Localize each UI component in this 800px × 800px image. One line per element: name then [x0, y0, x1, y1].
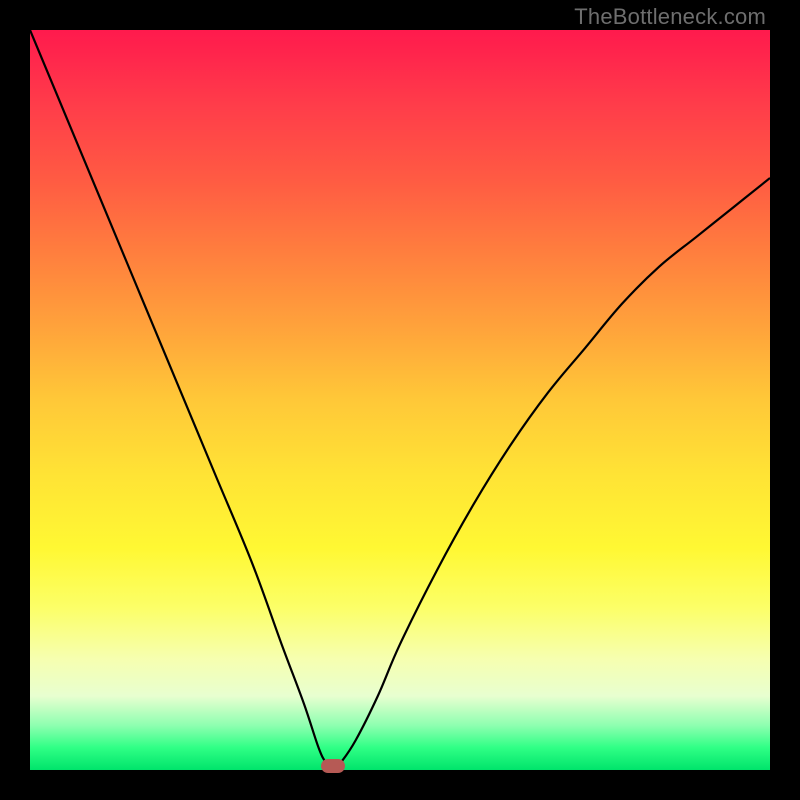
chart-frame: TheBottleneck.com [0, 0, 800, 800]
watermark-text: TheBottleneck.com [574, 4, 766, 30]
curve-svg [30, 30, 770, 770]
plot-area [30, 30, 770, 770]
bottleneck-curve [30, 30, 770, 770]
optimal-marker [321, 759, 345, 773]
